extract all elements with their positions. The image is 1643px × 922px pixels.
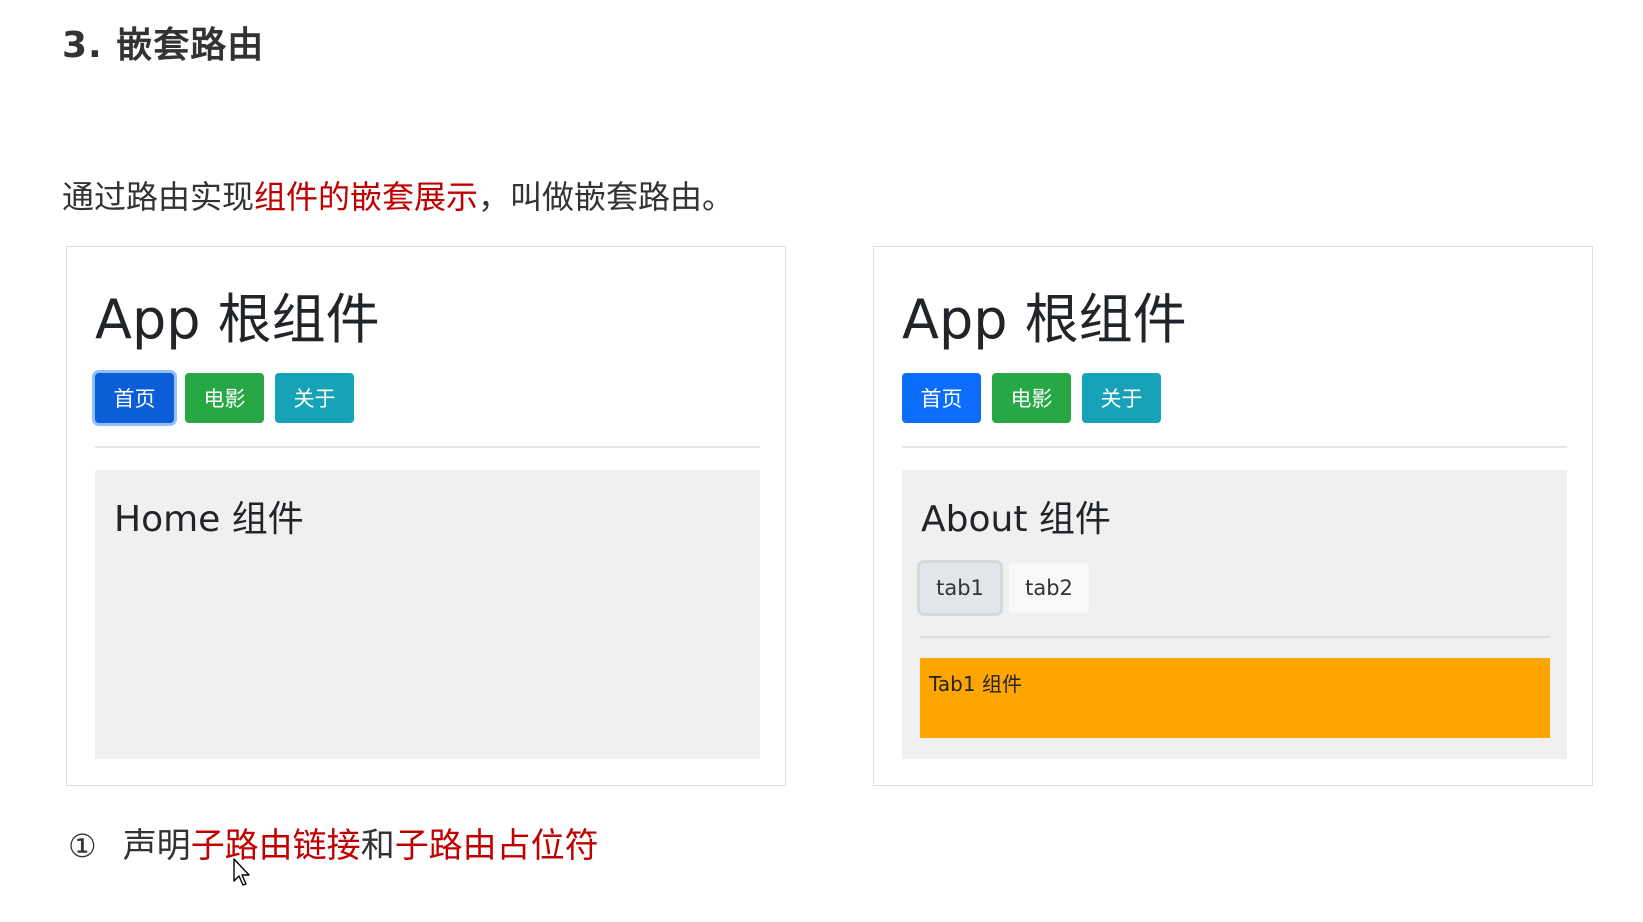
nav-button-group: 首页 电影 关于 [95,373,354,423]
about-button[interactable]: 关于 [1082,373,1161,423]
home-button[interactable]: 首页 [902,373,981,423]
tab-group: tab1 tab2 [920,563,1089,613]
step-highlight-2: 子路由占位符 [394,826,599,866]
tab1-button[interactable]: tab1 [920,563,1000,613]
tab1-component-area: Tab1 组件 [920,658,1550,738]
demo-panel-about: App 根组件 首页 电影 关于 About 组件 tab1 tab2 Tab1… [873,246,1593,786]
intro-highlight: 组件的嵌套展示 [254,178,479,216]
step-text-1: 声明 [122,826,191,866]
home-component-area: Home 组件 [95,470,760,759]
mouse-pointer-icon [233,858,250,886]
divider [95,446,760,448]
intro-text-2: ，叫做嵌套路由。 [478,178,735,216]
movie-button[interactable]: 电影 [185,373,264,423]
step-marker: ① [68,827,97,865]
divider [902,446,1567,448]
tab2-button[interactable]: tab2 [1009,563,1089,613]
step-line: ① 声明子路由链接和子路由占位符 [68,818,599,867]
app-root-title: App 根组件 [95,288,380,351]
about-component-area: About 组件 tab1 tab2 Tab1 组件 [902,470,1567,759]
home-component-title: Home 组件 [114,499,304,540]
intro-paragraph: 通过路由实现组件的嵌套展示，叫做嵌套路由。 [62,172,734,218]
about-component-title: About 组件 [921,499,1111,540]
home-button[interactable]: 首页 [95,373,174,423]
nav-button-group: 首页 电影 关于 [902,373,1161,423]
step-text-2: 和 [360,826,395,866]
movie-button[interactable]: 电影 [992,373,1071,423]
section-heading: 3. 嵌套路由 [62,25,265,66]
tab-divider [920,636,1550,638]
about-button[interactable]: 关于 [275,373,354,423]
tab1-component-label: Tab1 组件 [929,672,1022,696]
step-highlight-1: 子路由链接 [190,826,361,866]
demo-panel-home: App 根组件 首页 电影 关于 Home 组件 [66,246,786,786]
intro-text-1: 通过路由实现 [62,178,255,216]
app-root-title: App 根组件 [902,288,1187,351]
